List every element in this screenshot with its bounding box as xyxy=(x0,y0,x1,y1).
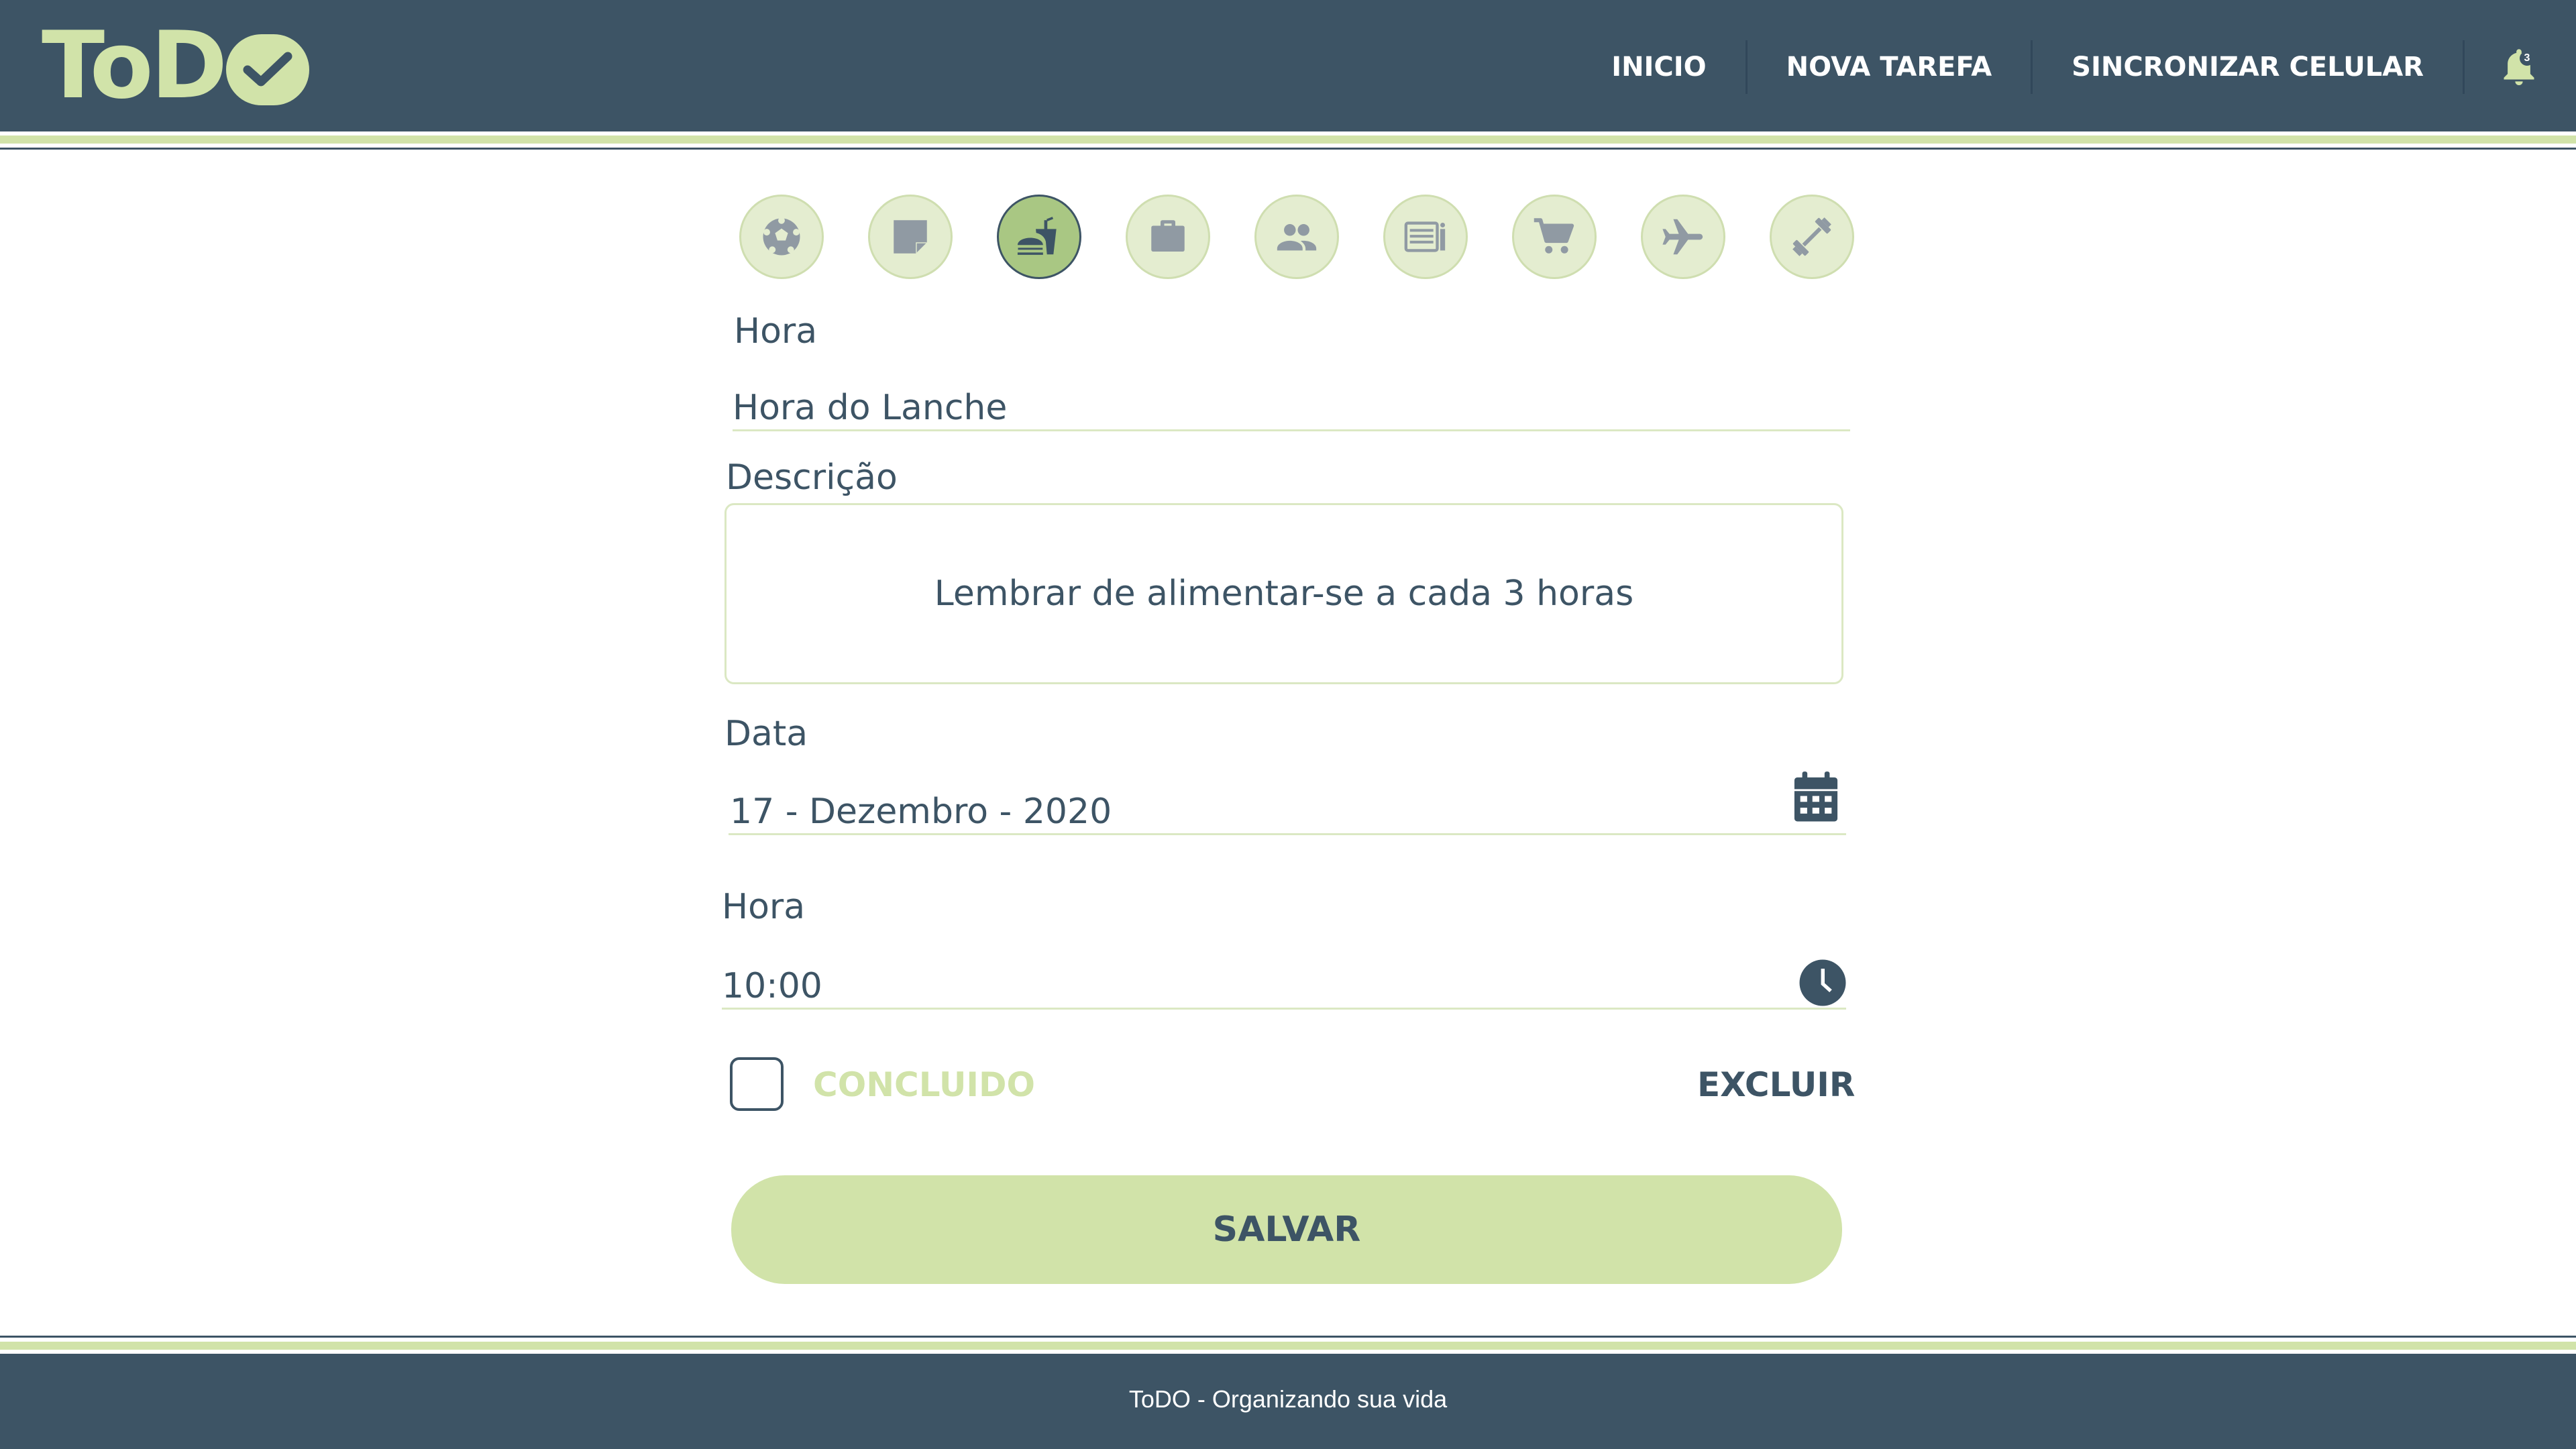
top-nav: INICIO NOVA TAREFA SINCRONIZAR CELULAR 3 xyxy=(1572,40,2576,94)
sticky-note-icon xyxy=(894,220,927,254)
category-selector xyxy=(739,195,1854,279)
date-label: Data xyxy=(724,714,808,754)
clock-icon xyxy=(1799,959,1846,1006)
category-work[interactable] xyxy=(1126,195,1210,279)
date-input-underline xyxy=(729,833,1846,835)
title-label: Hora xyxy=(734,311,818,352)
description-label: Descrição xyxy=(726,458,898,498)
time-input[interactable]: 10:00 xyxy=(722,966,822,1006)
newspaper-icon xyxy=(1404,221,1446,252)
category-food[interactable] xyxy=(997,195,1081,279)
nav-nova-tarefa[interactable]: NOVA TAREFA xyxy=(1748,40,2031,94)
done-label[interactable]: CONCLUIDO xyxy=(813,1065,1035,1104)
notifications-button[interactable]: 3 xyxy=(2496,40,2542,94)
logo-check-icon xyxy=(226,34,310,105)
time-label: Hora xyxy=(722,887,806,927)
nav-inicio[interactable]: INICIO xyxy=(1572,40,1745,94)
category-news[interactable] xyxy=(1383,195,1468,279)
save-button[interactable]: SALVAR xyxy=(731,1175,1842,1284)
people-icon xyxy=(1277,224,1317,251)
time-input-underline xyxy=(722,1008,1846,1010)
nav-divider xyxy=(2463,40,2465,94)
title-input-underline xyxy=(733,429,1850,431)
category-fitness[interactable] xyxy=(1770,195,1854,279)
dumbbell-icon xyxy=(1792,217,1831,256)
app-footer: ToDO - Organizando sua vida xyxy=(0,1354,2576,1449)
category-notes[interactable] xyxy=(868,195,953,279)
clock-button[interactable] xyxy=(1798,958,1847,1008)
delete-button[interactable]: EXCLUIR xyxy=(1697,1065,1855,1104)
description-text: Lembrar de alimentar-se a cada 3 horas xyxy=(934,574,1634,614)
shopping-cart-icon xyxy=(1534,218,1574,254)
footer-text: ToDO - Organizando sua vida xyxy=(1128,1385,1448,1413)
soccer-ball-icon xyxy=(763,217,800,256)
nav-sincronizar-celular[interactable]: SINCRONIZAR CELULAR xyxy=(2033,40,2463,94)
footer-accent-stripe xyxy=(0,1336,2576,1356)
description-textarea[interactable]: Lembrar de alimentar-se a cada 3 horas xyxy=(724,503,1843,684)
done-checkbox[interactable] xyxy=(730,1057,784,1111)
category-people[interactable] xyxy=(1254,195,1339,279)
title-input[interactable]: Hora do Lanche xyxy=(733,388,1007,428)
app-logo[interactable]: ToD xyxy=(42,11,310,119)
airplane-icon xyxy=(1662,219,1703,255)
header-accent-stripe xyxy=(0,129,2576,150)
logo-text: ToD xyxy=(42,11,227,119)
calendar-icon xyxy=(1794,771,1838,822)
category-shopping[interactable] xyxy=(1512,195,1597,279)
date-input[interactable]: 17 - Dezembro - 2020 xyxy=(730,792,1112,832)
category-sports[interactable] xyxy=(739,195,824,279)
category-travel[interactable] xyxy=(1641,195,1725,279)
fastfood-icon xyxy=(1017,217,1057,255)
app-header: ToD INICIO NOVA TAREFA SINCRONIZAR CELUL… xyxy=(0,0,2576,131)
calendar-button[interactable] xyxy=(1792,770,1839,824)
briefcase-icon xyxy=(1151,220,1185,252)
notification-count-badge: 3 xyxy=(2520,51,2534,66)
